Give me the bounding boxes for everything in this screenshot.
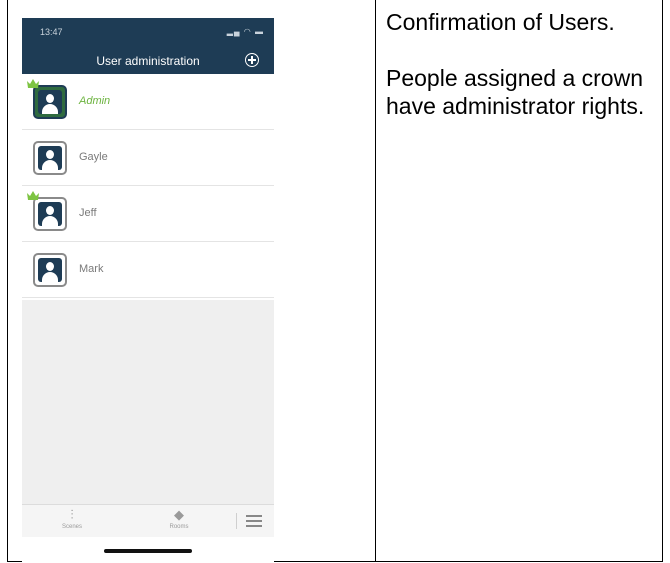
tab-label: Rooms [169, 524, 189, 530]
user-name: Admin [79, 95, 111, 107]
avatar [33, 197, 67, 231]
crown-icon [27, 79, 39, 88]
tab-bar: ⫶ Scenes ◆ Rooms [22, 504, 274, 537]
layers-icon: ◆ [174, 507, 184, 522]
avatar [33, 141, 67, 175]
tab-label: Scenes [61, 524, 82, 530]
page-title: User administration [96, 54, 200, 68]
sliders-icon: ⫶ [70, 507, 74, 522]
crown-icon [27, 191, 39, 200]
user-name: Mark [79, 263, 104, 275]
user-name: Gayle [79, 151, 108, 163]
empty-area [22, 300, 274, 504]
user-list: Admin Gayle Jeff Mark [22, 74, 274, 298]
tab-rooms[interactable]: ◆ Rooms [149, 507, 209, 530]
app-header: 13:47 ▂▄ ◠ ▬ User administration [22, 18, 274, 74]
list-item-jeff[interactable]: Jeff [22, 186, 274, 242]
status-time: 13:47 [40, 27, 63, 37]
caption-text: Confirmation of Users. People assigned a… [386, 8, 661, 120]
tab-separator [236, 513, 237, 529]
user-name: Jeff [79, 207, 97, 219]
tab-scenes[interactable]: ⫶ Scenes [42, 507, 102, 530]
home-indicator [104, 549, 192, 553]
caption-line-2: People assigned a crown have administrat… [386, 65, 645, 119]
phone-screenshot: 13:47 ▂▄ ◠ ▬ User administration Admin G… [22, 18, 274, 563]
column-divider [375, 0, 376, 562]
hamburger-menu-icon[interactable] [246, 515, 262, 527]
list-item-mark[interactable]: Mark [22, 242, 274, 298]
avatar [33, 85, 67, 119]
list-item-gayle[interactable]: Gayle [22, 130, 274, 186]
plus-circle-icon[interactable] [245, 53, 259, 67]
status-icons: ▂▄ ◠ ▬ [226, 27, 264, 36]
avatar [33, 253, 67, 287]
list-item-admin[interactable]: Admin [22, 74, 274, 130]
caption-line-1: Confirmation of Users. [386, 9, 615, 35]
